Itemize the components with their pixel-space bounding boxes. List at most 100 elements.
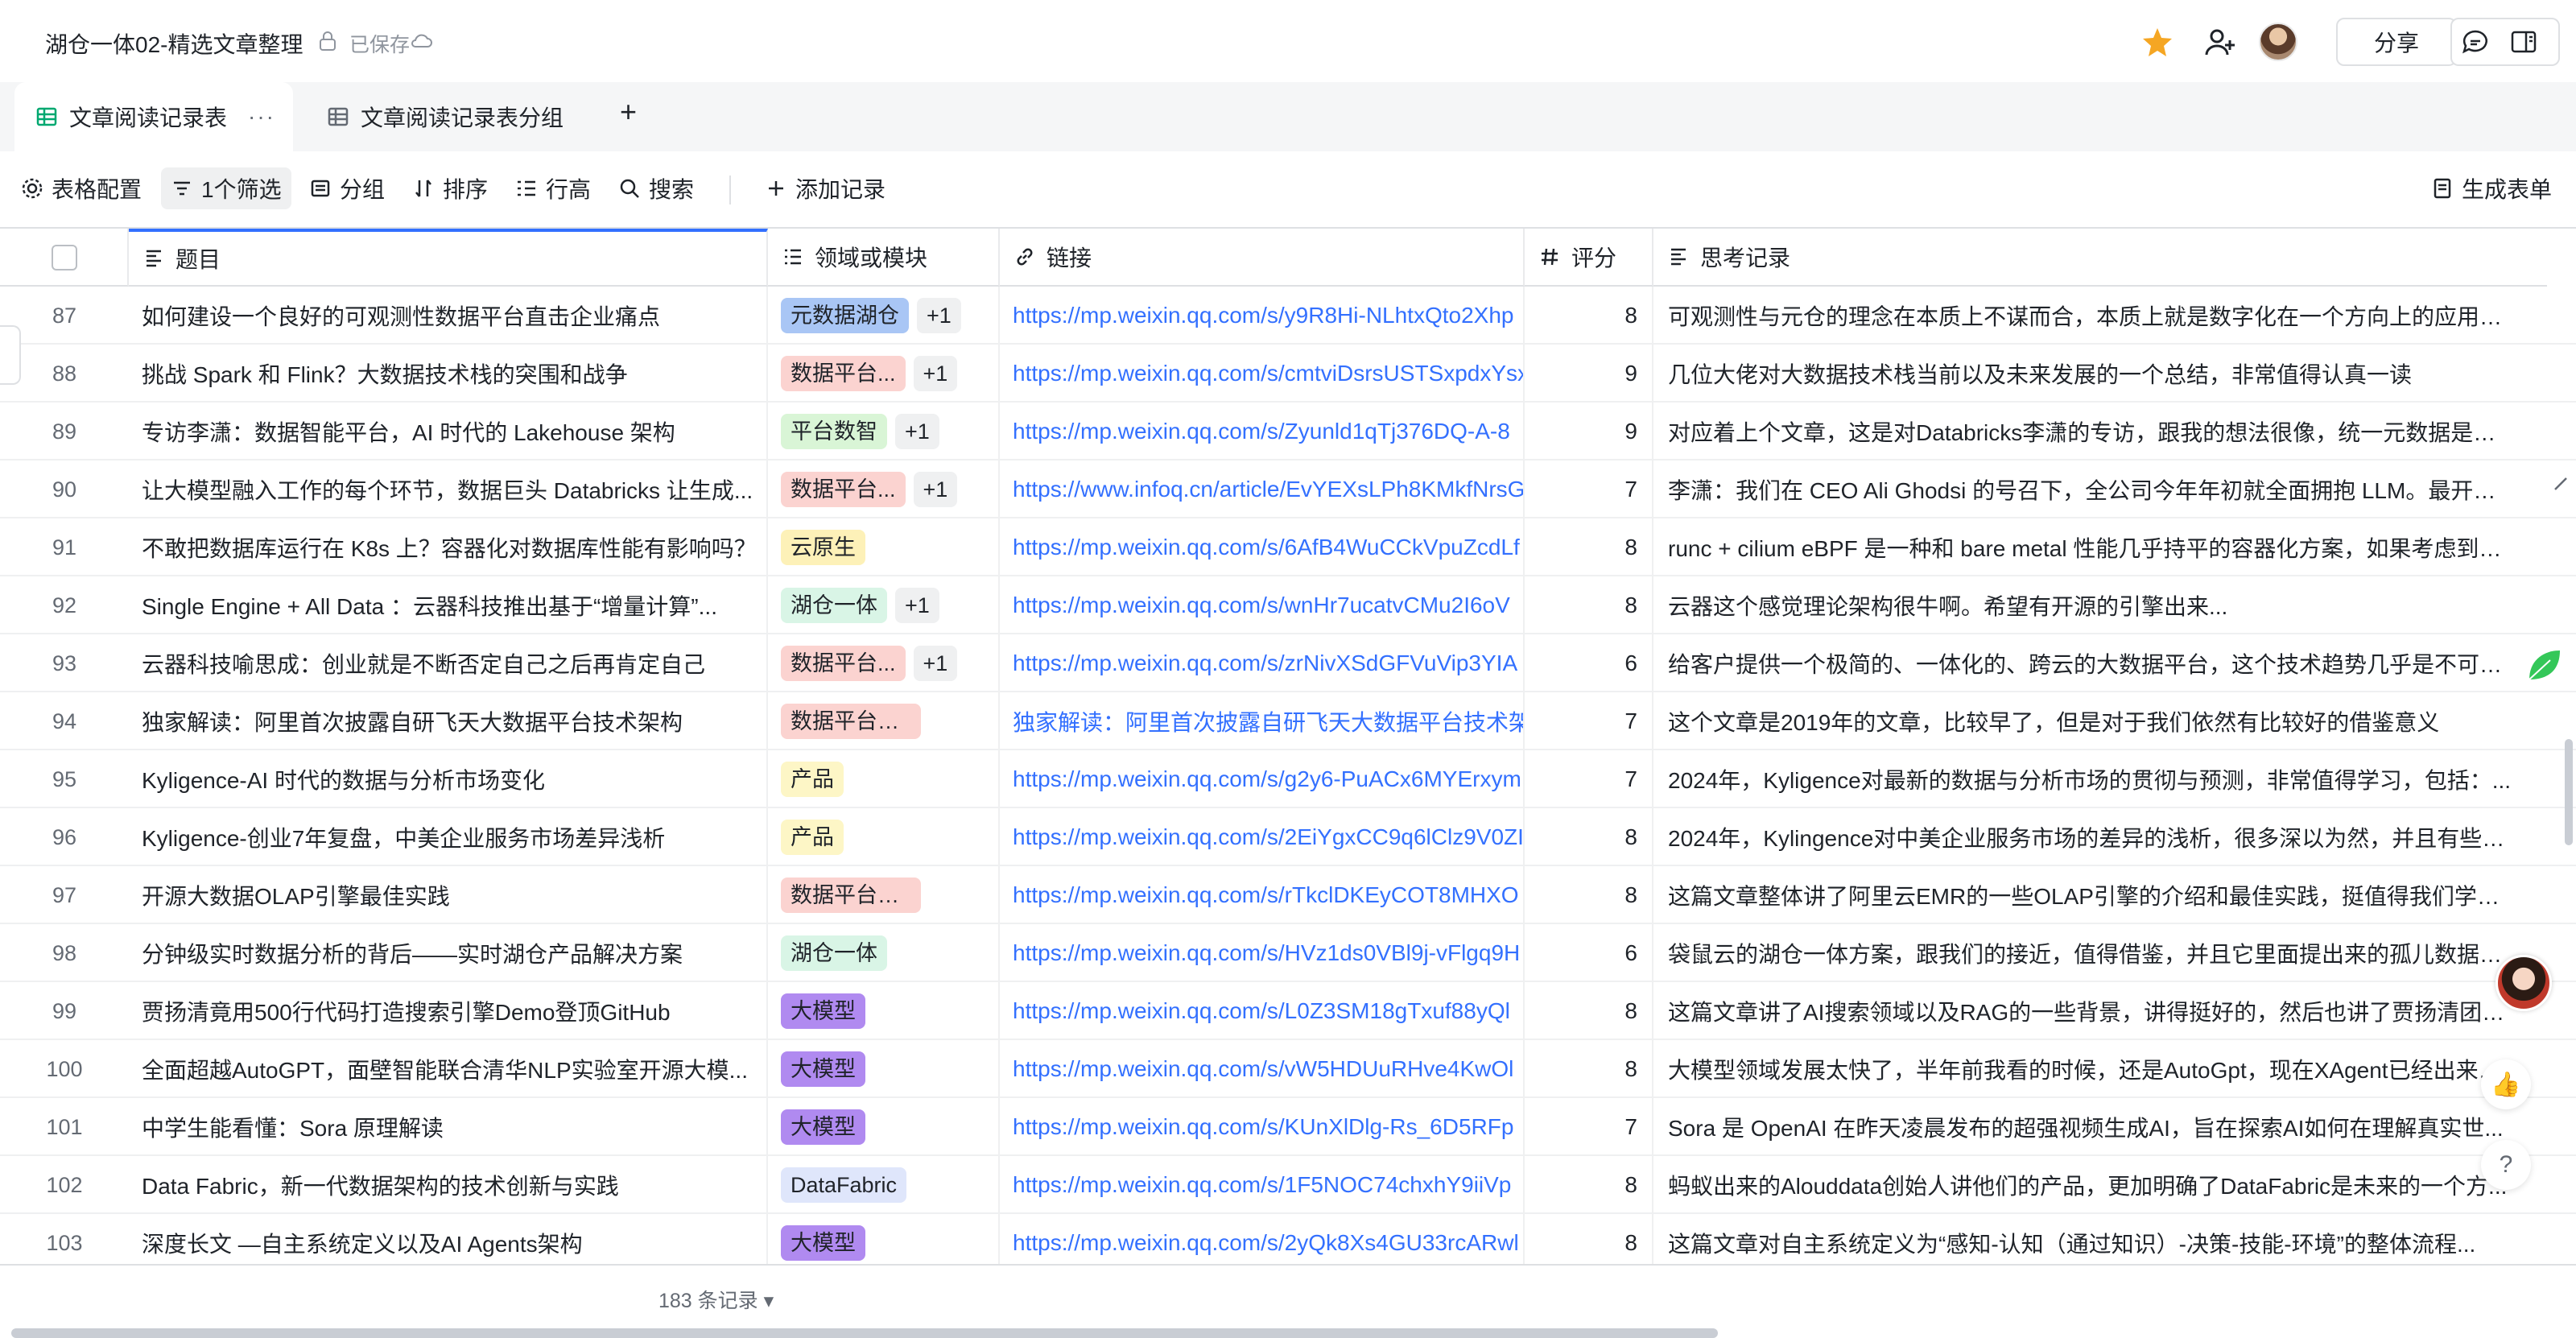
cell-domain-tags[interactable]: 湖仓一体 +1 [768,576,1000,634]
group-button[interactable]: 分组 [309,167,385,209]
user-avatar[interactable] [2259,23,2297,61]
table-row[interactable]: 101 中学生能看懂：Sora 原理解读 大模型 https://mp.weixin.… [0,1098,2576,1156]
cell-notes[interactable]: 这篇文章整体讲了阿里云EMR的一些OLAP引擎的介绍和最佳实践，挺值得我们学习的 [1653,866,2520,924]
cell-link[interactable]: https://mp.weixin.qq.com/s/HVz1ds0VBl9j-… [1000,924,1525,982]
table-row[interactable]: 90 让大模型融入工作的每个环节，数据巨头 Databricks 让生成... 数据… [0,460,2576,518]
cell-notes[interactable]: 蚂蚁出来的Alouddata创始人讲他们的产品，更加明确了DataFabric是… [1653,1156,2520,1214]
table-row[interactable]: 96 Kyligence-创业7年复盘，中美企业服务市场差异浅析 产品 https:/… [0,808,2576,866]
cell-score[interactable]: 8 [1525,518,1653,576]
cell-notes[interactable]: 几位大佬对大数据技术栈当前以及未来发展的一个总结，非常值得认真一读 [1653,345,2520,403]
cell-domain-tags[interactable]: 大模型 [768,1040,1000,1098]
cell-notes[interactable]: 可观测性与元仓的理念在本质上不谋而合，本质上就是数字化在一个方向上的应用，... [1653,287,2520,345]
table-row[interactable]: 95 Kyligence-AI 时代的数据与分析市场变化 产品 https://mp.… [0,750,2576,808]
leaf-icon[interactable] [2523,644,2565,686]
cell-domain-tags[interactable]: 大模型 [768,1098,1000,1156]
cell-title[interactable]: 专访李潇：数据智能平台，AI 时代的 Lakehouse 架构 [129,403,768,460]
horizontal-scrollbar[interactable] [11,1328,1718,1338]
cell-link[interactable]: https://mp.weixin.qq.com/s/y9R8Hi-NLhtxQ… [1000,287,1525,345]
tab-more-icon[interactable]: ··· [248,104,275,130]
filter-button[interactable]: 1个筛选 [161,167,291,209]
vertical-scrollbar[interactable] [2565,739,2573,845]
cell-link[interactable]: https://mp.weixin.qq.com/s/rTkclDKEyCOT8… [1000,866,1525,924]
cell-title[interactable]: 独家解读：阿里首次披露自研飞天大数据平台技术架构 [129,692,768,750]
cell-score[interactable]: 7 [1525,750,1653,808]
cell-score[interactable]: 8 [1525,576,1653,634]
cell-score[interactable]: 8 [1525,1156,1653,1214]
cell-score[interactable]: 7 [1525,692,1653,750]
cell-link[interactable]: https://mp.weixin.qq.com/s/g2y6-PuACx6MY… [1000,750,1525,808]
cell-notes[interactable]: 2024年，Kyligence对最新的数据与分析市场的贯彻与预测，非常值得学习，… [1653,750,2520,808]
cell-score[interactable]: 8 [1525,1040,1653,1098]
cell-domain-tags[interactable]: 湖仓一体 [768,924,1000,982]
column-header-notes[interactable]: 思考记录 [1653,229,2547,287]
cell-score[interactable]: 7 [1525,460,1653,518]
cell-domain-tags[interactable]: 数据平台... +1 [768,345,1000,403]
column-header-domain[interactable]: 领域或模块 [768,229,1000,287]
cell-notes[interactable]: 这篇文章讲了AI搜索领域以及RAG的一些背景，讲得挺好的，然后也讲了贾扬清团队.… [1653,982,2520,1040]
cell-title[interactable]: 分钟级实时数据分析的背后——实时湖仓产品解决方案 [129,924,768,982]
table-row[interactable]: 94 独家解读：阿里首次披露自研飞天大数据平台技术架构 数据平台架构 独家解读：阿里首… [0,692,2576,750]
tab-article-reading-grouped[interactable]: 文章阅读记录表分组 [306,82,580,151]
cell-title[interactable]: Single Engine + All Data ：云器科技推出基于“增量计算”… [129,576,768,634]
cell-link[interactable]: https://mp.weixin.qq.com/s/zrNivXSdGFVuV… [1000,634,1525,692]
cell-title[interactable]: 贾扬清竟用500行代码打造搜索引擎Demo登顶GitHub [129,982,768,1040]
cell-link[interactable]: https://mp.weixin.qq.com/s/Zyunld1qTj376… [1000,403,1525,460]
row-height-button[interactable]: 行高 [515,167,591,209]
cell-notes[interactable]: 袋鼠云的湖仓一体方案，跟我们的接近，值得借鉴，并且它里面提出来的孤儿数据清... [1653,924,2520,982]
cell-link[interactable]: 独家解读：阿里首次披露自研飞天大数据平台技术架构 [1000,692,1525,750]
cell-link[interactable]: https://mp.weixin.qq.com/s/1F5NOC74chxhY… [1000,1156,1525,1214]
cell-score[interactable]: 8 [1525,866,1653,924]
cell-notes[interactable]: 对应着上个文章，这是对Databricks李潇的专访，跟我的想法很像，统一元数据… [1653,403,2520,460]
table-row[interactable]: 99 贾扬清竟用500行代码打造搜索引擎Demo登顶GitHub 大模型 https:… [0,982,2576,1040]
table-row[interactable]: 87 如何建设一个良好的可观测性数据平台直击企业痛点 元数据湖仓 +1 https://… [0,287,2576,345]
table-row[interactable]: 97 开源大数据OLAP引擎最佳实践 数据平台架构 https://mp.weixin… [0,866,2576,924]
tab-article-reading-table[interactable]: 文章阅读记录表 ··· [14,82,293,151]
cell-notes[interactable]: runc + cilium eBPF 是一种和 bare metal 性能几乎持… [1653,518,2520,576]
cell-link[interactable]: https://mp.weixin.qq.com/s/wnHr7ucatvCMu… [1000,576,1525,634]
cell-notes[interactable]: 这个文章是2019年的文章，比较早了，但是对于我们依然有比较好的借鉴意义 [1653,692,2520,750]
cell-domain-tags[interactable]: 数据平台... +1 [768,460,1000,518]
table-row[interactable]: 100 全面超越AutoGPT，面壁智能联合清华NLP实验室开源大模... 大模型 h… [0,1040,2576,1098]
column-header-link[interactable]: 链接 [1000,229,1525,287]
table-row[interactable]: 91 不敢把数据库运行在 K8s 上？容器化对数据库性能有影响吗？ 云原生 https… [0,518,2576,576]
cell-score[interactable]: 8 [1525,808,1653,866]
table-config-button[interactable]: 表格配置 [21,167,142,209]
table-row[interactable]: 88 挑战 Spark 和 Flink？大数据技术栈的突围和战争 数据平台... +1… [0,345,2576,403]
cell-domain-tags[interactable]: 产品 [768,750,1000,808]
like-button[interactable]: 👍 [2481,1059,2531,1109]
column-header-title[interactable]: 题目 [129,229,768,287]
cell-title[interactable]: 开源大数据OLAP引擎最佳实践 [129,866,768,924]
cell-title[interactable]: 如何建设一个良好的可观测性数据平台直击企业痛点 [129,287,768,345]
cell-link[interactable]: https://mp.weixin.qq.com/s/2EiYgxCC9q6lC… [1000,808,1525,866]
cell-link[interactable]: https://mp.weixin.qq.com/s/6AfB4WuCCkVpu… [1000,518,1525,576]
comment-icon[interactable] [2462,29,2489,55]
table-row[interactable]: 92 Single Engine + All Data ：云器科技推出基于“增量计… [0,576,2576,634]
help-button[interactable]: ? [2481,1140,2531,1190]
cell-notes[interactable]: 2024年，Kylingence对中美企业服务市场的差异的浅析，很多深以为然，并… [1653,808,2520,866]
cell-title[interactable]: 挑战 Spark 和 Flink？大数据技术栈的突围和战争 [129,345,768,403]
cell-title[interactable]: Kyligence-创业7年复盘，中美企业服务市场差异浅析 [129,808,768,866]
sort-button[interactable]: 排序 [412,167,488,209]
cell-notes[interactable]: 大模型领域发展太快了，半年前我看的时候，还是AutoGpt，现在XAgent已经… [1653,1040,2520,1098]
cell-link[interactable]: https://mp.weixin.qq.com/s/vW5HDUuRHve4K… [1000,1040,1525,1098]
cell-score[interactable]: 6 [1525,924,1653,982]
add-record-button[interactable]: 添加记录 [765,167,886,209]
share-button[interactable]: 分享 [2336,18,2457,66]
cell-title[interactable]: 不敢把数据库运行在 K8s 上？容器化对数据库性能有影响吗？ [129,518,768,576]
add-collaborator-icon[interactable] [2204,26,2236,58]
add-view-button[interactable]: + [620,95,637,129]
generate-form-button[interactable]: 生成表单 [2431,167,2552,209]
cell-title[interactable]: 让大模型融入工作的每个环节，数据巨头 Databricks 让生成... [129,460,768,518]
cell-domain-tags[interactable]: 数据平台架构 [768,692,1000,750]
cell-link[interactable]: https://mp.weixin.qq.com/s/cmtviDsrsUSTS… [1000,345,1525,403]
cell-score[interactable]: 9 [1525,403,1653,460]
table-row[interactable]: 89 专访李潇：数据智能平台，AI 时代的 Lakehouse 架构 平台数智 +1 h… [0,403,2576,460]
cell-notes[interactable]: 给客户提供一个极简的、一体化的、跨云的大数据平台，这个技术趋势几乎是不可逆... [1653,634,2520,692]
cell-domain-tags[interactable]: 大模型 [768,982,1000,1040]
cell-domain-tags[interactable]: 云原生 [768,518,1000,576]
favorite-star-icon[interactable] [2141,26,2174,58]
column-header-score[interactable]: 评分 [1525,229,1653,287]
cell-link[interactable]: https://mp.weixin.qq.com/s/KUnXlDlg-Rs_6… [1000,1098,1525,1156]
cell-link[interactable]: https://www.infoq.cn/article/EvYEXsLPh8K… [1000,460,1525,518]
table-row[interactable]: 93 云器科技喻思成：创业就是不断否定自己之后再肯定自己 数据平台... +1 http… [0,634,2576,692]
